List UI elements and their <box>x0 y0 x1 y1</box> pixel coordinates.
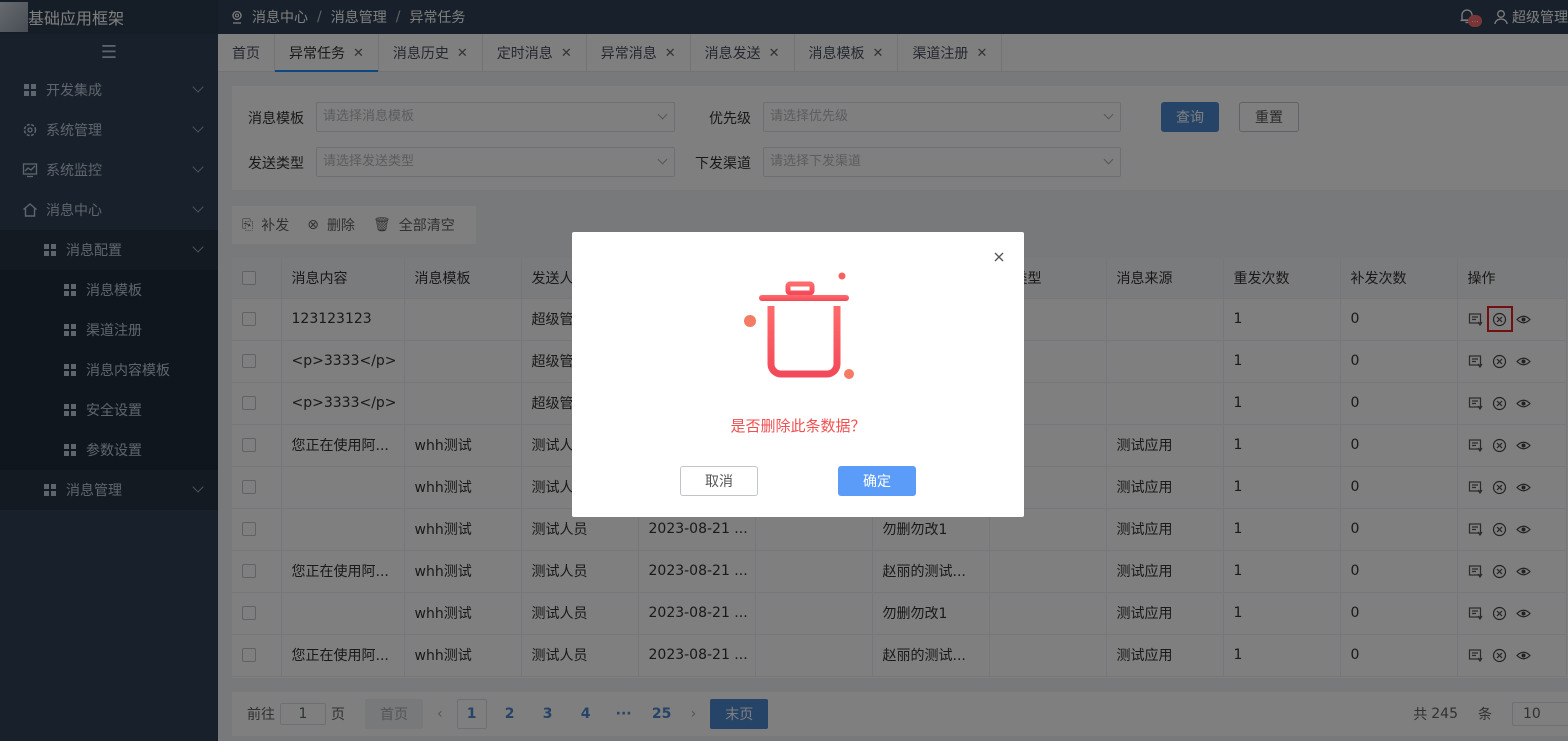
trash-illustration-icon <box>744 272 854 379</box>
delete-confirm-dialog: 是否删除此条数据？ 取消 确定 <box>572 232 1024 517</box>
dialog-message: 是否删除此条数据？ <box>730 417 866 435</box>
close-icon[interactable] <box>990 248 1008 266</box>
confirm-button[interactable]: 确定 <box>838 466 916 496</box>
cancel-button[interactable]: 取消 <box>680 466 758 496</box>
